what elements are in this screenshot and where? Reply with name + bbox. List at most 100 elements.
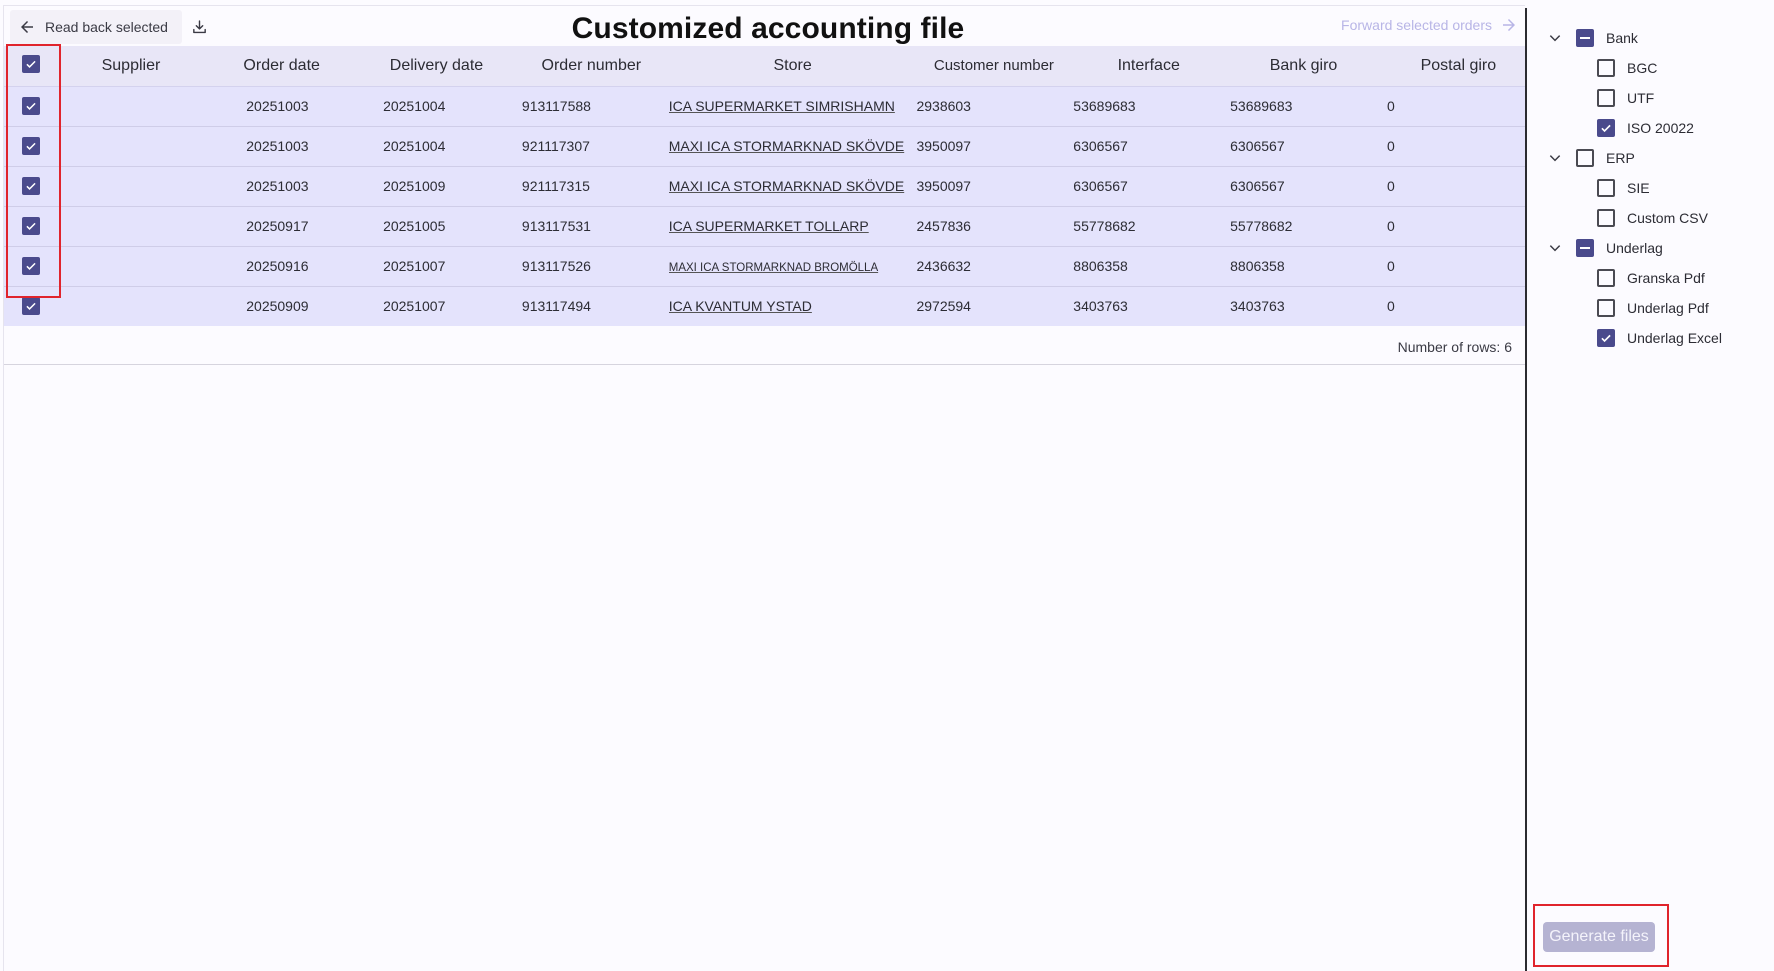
column-header-store[interactable]: Store bbox=[669, 46, 917, 86]
delivery-date-cell: 20251007 bbox=[383, 258, 446, 274]
column-header-supplier[interactable]: Supplier bbox=[58, 46, 205, 86]
select-all-checkbox[interactable] bbox=[21, 55, 40, 74]
granska-pdf-checkbox[interactable] bbox=[1597, 269, 1615, 287]
order-date-cell: 20251003 bbox=[246, 138, 309, 154]
underlag-pdf-checkbox[interactable] bbox=[1597, 299, 1615, 317]
sie-checkbox[interactable] bbox=[1597, 179, 1615, 197]
row-count: Number of rows: 6 bbox=[1397, 339, 1512, 355]
postal-giro-cell: 0 bbox=[1386, 258, 1395, 274]
order-date-cell: 20250916 bbox=[246, 258, 309, 274]
bank-giro-cell: 55778682 bbox=[1230, 218, 1293, 234]
chevron-down-icon[interactable] bbox=[1547, 30, 1563, 46]
chevron-down-icon[interactable] bbox=[1547, 240, 1563, 256]
table-row[interactable]: 20251003 20251004 921117307 MAXI ICA STO… bbox=[4, 126, 1525, 166]
supplier-cell bbox=[58, 286, 205, 326]
row-checkbox[interactable] bbox=[21, 136, 40, 155]
chevron-down-icon[interactable] bbox=[1547, 150, 1563, 166]
check-icon bbox=[1601, 334, 1611, 343]
erp-checkbox[interactable] bbox=[1576, 149, 1594, 167]
column-header-bank-giro[interactable]: Bank giro bbox=[1226, 46, 1381, 86]
tree-item-label: UTF bbox=[1627, 90, 1655, 106]
row-select-cell bbox=[4, 246, 58, 286]
check-icon bbox=[26, 182, 36, 190]
bgc-checkbox[interactable] bbox=[1597, 59, 1615, 77]
supplier-cell bbox=[58, 86, 205, 126]
custom-csv-checkbox[interactable] bbox=[1597, 209, 1615, 227]
tree-group-erp[interactable]: ERP bbox=[1547, 145, 1635, 171]
check-icon bbox=[26, 302, 36, 310]
customer-number-cell: 2436632 bbox=[916, 258, 971, 274]
row-checkbox[interactable] bbox=[21, 256, 40, 275]
table-row[interactable]: 20250917 20251005 913117531 ICA SUPERMAR… bbox=[4, 206, 1525, 246]
tree-item-granska-pdf[interactable]: Granska Pdf bbox=[1597, 265, 1705, 291]
order-date-cell: 20251003 bbox=[246, 98, 309, 114]
order-number-cell: 921117315 bbox=[521, 178, 590, 194]
store-link[interactable]: MAXI ICA STORMARKNAD SKÖVDE bbox=[669, 138, 904, 154]
row-checkbox[interactable] bbox=[21, 96, 40, 115]
order-date-cell: 20251003 bbox=[246, 178, 309, 194]
store-link[interactable]: ICA KVANTUM YSTAD bbox=[669, 298, 812, 314]
store-link[interactable]: MAXI ICA STORMARKNAD BROMÖLLA bbox=[669, 262, 878, 274]
table-row[interactable]: 20251003 20251004 913117588 ICA SUPERMAR… bbox=[4, 86, 1525, 126]
bank-checkbox[interactable] bbox=[1576, 29, 1594, 47]
order-number-cell: 913117526 bbox=[521, 258, 591, 274]
underlag-checkbox[interactable] bbox=[1576, 239, 1594, 257]
column-header-customer-number[interactable]: Customer number bbox=[916, 46, 1071, 86]
tree-group-label: ERP bbox=[1606, 150, 1635, 166]
utf-checkbox[interactable] bbox=[1597, 89, 1615, 107]
postal-giro-cell: 0 bbox=[1386, 138, 1395, 154]
tree-item-sie[interactable]: SIE bbox=[1597, 175, 1650, 201]
generate-files-button[interactable]: Generate files bbox=[1543, 922, 1655, 952]
delivery-date-cell: 20251004 bbox=[383, 138, 446, 154]
tree-item-utf[interactable]: UTF bbox=[1597, 85, 1654, 111]
table-row[interactable]: 20250909 20251007 913117494 ICA KVANTUM … bbox=[4, 286, 1525, 326]
column-header-interface[interactable]: Interface bbox=[1071, 46, 1226, 86]
order-number-cell: 913117494 bbox=[521, 298, 591, 315]
orders-table-card: Supplier Order date Delivery date Order … bbox=[4, 46, 1525, 365]
forward-selected-orders-button[interactable]: Forward selected orders bbox=[1341, 16, 1518, 34]
select-all-cell bbox=[4, 46, 58, 86]
order-number-cell: 913117531 bbox=[521, 218, 591, 234]
tree-group-underlag[interactable]: Underlag bbox=[1547, 235, 1663, 261]
tree-item-label: BGC bbox=[1627, 60, 1658, 76]
postal-giro-cell: 0 bbox=[1386, 178, 1395, 194]
customer-number-cell: 3950097 bbox=[916, 138, 971, 154]
store-cell: ICA KVANTUM YSTAD bbox=[669, 286, 917, 326]
check-icon bbox=[26, 142, 36, 150]
tree-item-custom-csv[interactable]: Custom CSV bbox=[1597, 205, 1708, 231]
table-row[interactable]: 20251003 20251009 921117315 MAXI ICA STO… bbox=[4, 166, 1525, 206]
store-link[interactable]: ICA SUPERMARKET SIMRISHAMN bbox=[669, 98, 895, 114]
store-link[interactable]: MAXI ICA STORMARKNAD SKÖVDE bbox=[669, 178, 904, 194]
tree-item-underlag-pdf[interactable]: Underlag Pdf bbox=[1597, 295, 1709, 321]
column-header-postal-giro[interactable]: Postal giro bbox=[1381, 46, 1525, 86]
interface-cell: 6306567 bbox=[1073, 178, 1128, 194]
tree-item-label: SIE bbox=[1627, 180, 1650, 196]
order-number-cell: 913117588 bbox=[521, 98, 591, 114]
tree-group-bank[interactable]: Bank bbox=[1547, 25, 1638, 51]
tree-item-bgc[interactable]: BGC bbox=[1597, 55, 1657, 81]
tree-item-underlag-excel[interactable]: Underlag Excel bbox=[1597, 325, 1722, 351]
interface-cell: 55778682 bbox=[1073, 218, 1136, 234]
row-checkbox[interactable] bbox=[21, 176, 40, 195]
delivery-date-cell: 20251009 bbox=[383, 178, 446, 194]
column-header-order-number[interactable]: Order number bbox=[514, 46, 669, 86]
row-checkbox[interactable] bbox=[21, 216, 40, 235]
check-icon bbox=[1601, 124, 1611, 133]
tree-group-label: Bank bbox=[1606, 30, 1638, 46]
table-row[interactable]: 20250916 20251007 913117526 MAXI ICA STO… bbox=[4, 246, 1525, 286]
store-link[interactable]: ICA SUPERMARKET TOLLARP bbox=[669, 218, 869, 234]
row-checkbox[interactable] bbox=[21, 296, 40, 315]
iso-20022-checkbox[interactable] bbox=[1597, 119, 1615, 137]
column-header-delivery-date[interactable]: Delivery date bbox=[359, 46, 514, 86]
row-select-cell bbox=[4, 126, 58, 166]
underlag-excel-checkbox[interactable] bbox=[1597, 329, 1615, 347]
tree-item-label: ISO 20022 bbox=[1627, 120, 1694, 136]
postal-giro-cell: 0 bbox=[1386, 218, 1395, 234]
tree-group-label: Underlag bbox=[1606, 240, 1663, 256]
delivery-date-cell: 20251005 bbox=[383, 218, 446, 234]
store-cell: ICA SUPERMARKET SIMRISHAMN bbox=[669, 86, 917, 126]
column-header-order-date[interactable]: Order date bbox=[204, 46, 359, 86]
tree-item-iso-20022[interactable]: ISO 20022 bbox=[1597, 115, 1694, 141]
supplier-cell bbox=[58, 126, 205, 166]
bank-giro-cell: 6306567 bbox=[1230, 138, 1285, 154]
